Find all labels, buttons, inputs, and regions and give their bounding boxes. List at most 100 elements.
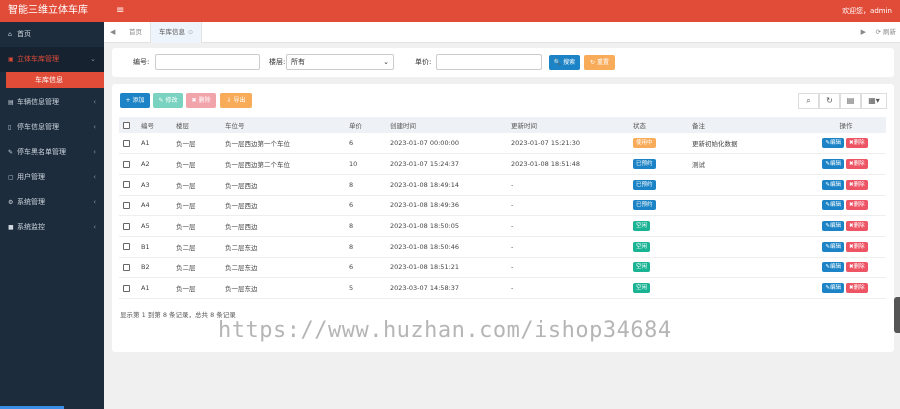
- cell-updated: 2023-01-08 18:51:48: [507, 153, 629, 175]
- status-badge: 空闲: [633, 283, 651, 294]
- column-header[interactable]: 单价: [345, 117, 386, 133]
- row-edit-button[interactable]: ✎编辑: [822, 138, 844, 149]
- column-header[interactable]: 车位号: [221, 117, 345, 133]
- sidebar-subitem-garage-info[interactable]: 车库信息: [6, 72, 104, 88]
- cell-code: A4: [137, 195, 172, 217]
- cell-status: 空闲: [629, 277, 688, 299]
- row-edit-button[interactable]: ✎编辑: [822, 159, 844, 170]
- sidebar-item-label: 用户管理: [17, 173, 45, 181]
- code-input[interactable]: [155, 54, 260, 70]
- row-delete-button[interactable]: ✖删除: [846, 262, 868, 273]
- row-checkbox[interactable]: [123, 284, 130, 292]
- row-edit-button[interactable]: ✎编辑: [822, 221, 844, 232]
- add-button[interactable]: + 添加: [120, 93, 150, 108]
- price-input[interactable]: [436, 54, 542, 70]
- sidebar-item-blacklist[interactable]: ✎ 停车黑名单管理 ‹: [0, 140, 104, 165]
- row-checkbox[interactable]: [123, 222, 130, 230]
- refresh-icon[interactable]: ↻: [819, 93, 840, 109]
- row-select-cell[interactable]: [119, 174, 137, 196]
- row-delete-button[interactable]: ✖删除: [846, 138, 868, 149]
- row-checkbox[interactable]: [123, 201, 130, 209]
- table-row[interactable]: A1 负一层 负一层西边第一个车位 6 2023-01-07 00:00:00 2023-…: [119, 133, 886, 155]
- table-row[interactable]: A4 负一层 负一层西边 6 2023-01-08 18:49:36- 已预约 ✎编辑 ✖删除: [119, 195, 886, 217]
- column-header[interactable]: 更新时间: [507, 117, 629, 133]
- tab-prev-icon[interactable]: ◀: [110, 22, 115, 43]
- sidebar-item-users[interactable]: ▢ 用户管理 ‹: [0, 165, 104, 190]
- tab-home[interactable]: 首页: [121, 22, 150, 43]
- row-edit-button[interactable]: ✎编辑: [822, 241, 844, 252]
- sidebar-item-monitor[interactable]: ■ 系统监控 ‹: [0, 215, 104, 240]
- sidebar-item-home[interactable]: ⌂ 首页: [0, 22, 104, 47]
- row-edit-button[interactable]: ✎编辑: [822, 200, 844, 211]
- floor-select[interactable]: 所有 ⌄: [286, 54, 394, 70]
- refresh-button[interactable]: ⟳ 刷新: [875, 22, 896, 43]
- table-row[interactable]: A1 负一层 负一层东边 5 2023-03-07 14:58:37- 空闲 ✎编辑 ✖删除: [119, 277, 886, 299]
- table-row[interactable]: A2 负一层 负一层西边第二个车位 10 2023-01-07 15:24:37 2023…: [119, 153, 886, 175]
- row-checkbox[interactable]: [123, 181, 130, 189]
- search-button[interactable]: 🔍 搜索: [549, 55, 580, 70]
- table-row[interactable]: A5 负一层 负一层西边 8 2023-01-08 18:50:05- 空闲 ✎编辑 ✖删除: [119, 215, 886, 237]
- row-delete-button[interactable]: ✖删除: [846, 159, 868, 170]
- side-scroll-handle[interactable]: [894, 297, 900, 333]
- table-row[interactable]: A3 负一层 负一层西边 8 2023-01-08 18:49:14- 已预约 ✎编辑 ✖删除: [119, 174, 886, 196]
- row-select-cell[interactable]: [119, 257, 137, 279]
- row-delete-button[interactable]: ✖删除: [846, 200, 868, 211]
- row-select-cell[interactable]: [119, 133, 137, 155]
- close-icon[interactable]: ⊙: [188, 29, 193, 36]
- column-header[interactable]: 编号: [137, 117, 172, 133]
- row-edit-button[interactable]: ✎编辑: [822, 179, 844, 190]
- row-delete-button[interactable]: ✖删除: [846, 283, 868, 294]
- cell-floor: 负一层: [172, 153, 221, 175]
- cell-code: A3: [137, 174, 172, 196]
- column-header[interactable]: 楼层: [172, 117, 221, 133]
- row-checkbox[interactable]: [123, 263, 130, 271]
- sidebar-item-garage[interactable]: ▣ 立体车库管理 ⌄: [0, 47, 104, 72]
- delete-button[interactable]: ✖ 删除: [186, 93, 216, 108]
- row-checkbox[interactable]: [123, 160, 130, 168]
- cell-updated: -: [507, 236, 629, 258]
- sidebar-item-label: 系统管理: [17, 198, 45, 206]
- row-delete-button[interactable]: ✖删除: [846, 241, 868, 252]
- tab-next-icon[interactable]: ▶: [861, 22, 866, 43]
- column-header[interactable]: 状态: [629, 117, 688, 133]
- row-select-cell[interactable]: [119, 277, 137, 299]
- floor-label: 楼层:: [269, 58, 286, 66]
- export-button[interactable]: ⇩ 导出: [220, 93, 252, 108]
- sidebar-item-vehicle[interactable]: ▤ 车辆信息管理 ‹: [0, 90, 104, 115]
- select-all-checkbox[interactable]: [123, 121, 130, 129]
- row-delete-button[interactable]: ✖删除: [846, 221, 868, 232]
- table-row[interactable]: B1 负二层 负二层东边 8 2023-01-08 18:50:46- 空闲 ✎编辑 ✖删除: [119, 236, 886, 258]
- cell-actions: ✎编辑 ✖删除: [806, 133, 886, 155]
- cell-code: A2: [137, 153, 172, 175]
- cell-updated: -: [507, 215, 629, 237]
- columns-icon[interactable]: ▦▾: [861, 93, 887, 109]
- cell-floor: 负一层: [172, 195, 221, 217]
- row-edit-button[interactable]: ✎编辑: [822, 283, 844, 294]
- row-checkbox[interactable]: [123, 139, 130, 147]
- sidebar-item-system[interactable]: ⚙ 系统管理 ‹: [0, 190, 104, 215]
- tab-garage-info[interactable]: 车库信息 ⊙: [150, 22, 203, 43]
- table-row[interactable]: B2 负二层 负二层东边 6 2023-01-08 18:51:21- 空闲 ✎编辑 ✖删除: [119, 257, 886, 279]
- search-icon[interactable]: ⌕: [798, 93, 819, 109]
- cell-spot: 负二层东边: [221, 236, 345, 258]
- row-edit-button[interactable]: ✎编辑: [822, 262, 844, 273]
- column-header[interactable]: 备注: [688, 117, 806, 133]
- column-header[interactable]: 创建时间: [386, 117, 507, 133]
- fullscreen-icon[interactable]: ▤: [840, 93, 861, 109]
- reset-button[interactable]: ↻ 重置: [584, 55, 615, 70]
- menu-toggle-icon[interactable]: ≡: [116, 0, 124, 22]
- sidebar-item-parking[interactable]: ▯ 停车信息管理 ‹: [0, 115, 104, 140]
- row-select-cell[interactable]: [119, 236, 137, 258]
- cell-created: 2023-01-07 00:00:00: [386, 133, 507, 155]
- row-select-cell[interactable]: [119, 153, 137, 175]
- cell-price: 8: [345, 236, 386, 258]
- select-all-header[interactable]: [119, 117, 137, 133]
- row-checkbox[interactable]: [123, 243, 130, 251]
- edit-button[interactable]: ✎ 修改: [153, 93, 183, 108]
- cell-created: 2023-01-08 18:50:46: [386, 236, 507, 258]
- user-menu[interactable]: 欢迎您，admin: [842, 0, 892, 22]
- sidebar-item-label: 车辆信息管理: [17, 98, 59, 106]
- row-select-cell[interactable]: [119, 195, 137, 217]
- row-delete-button[interactable]: ✖删除: [846, 179, 868, 190]
- row-select-cell[interactable]: [119, 215, 137, 237]
